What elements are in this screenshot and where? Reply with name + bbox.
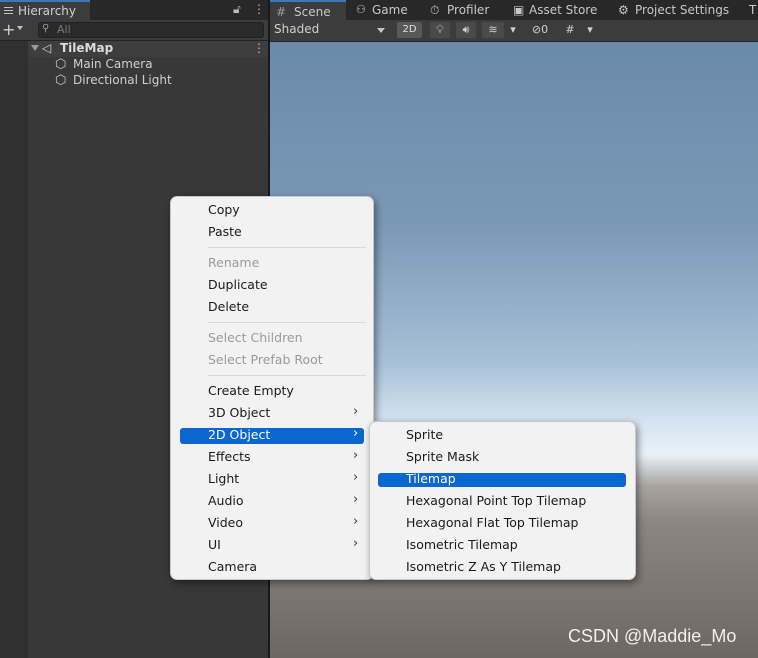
menu-item-audio[interactable]: Audio (208, 490, 244, 512)
eye-slash-icon: ⊘ (531, 23, 542, 36)
speaker-icon[interactable]: 🔊︎ (456, 22, 476, 38)
hamburger-icon (4, 7, 13, 15)
grid-snap-icon[interactable]: # (560, 22, 580, 38)
menu-item-hexagonal-point-top-tilemap[interactable]: Hexagonal Point Top Tilemap (406, 490, 586, 512)
search-placeholder: All (57, 23, 71, 36)
menu-item-duplicate[interactable]: Duplicate (208, 274, 268, 296)
scene-name: TileMap (60, 41, 114, 55)
tab-asset-store[interactable]: ▣ Asset Store (512, 0, 602, 20)
menu-item-effects[interactable]: Effects (208, 446, 251, 468)
context-menu: Copy Paste Rename Duplicate Delete Selec… (170, 196, 374, 580)
grid-icon: # (276, 5, 287, 19)
tab-profiler-label: Profiler (447, 3, 490, 17)
menu-item-2d-object[interactable]: 2D Object (208, 424, 270, 446)
shopping-bag-icon: ▣ (513, 3, 525, 17)
menu-item-isometric-z-as-y-tilemap[interactable]: Isometric Z As Y Tilemap (406, 556, 561, 578)
tab-scene[interactable]: # Scene (270, 0, 346, 21)
menu-item-paste[interactable]: Paste (208, 221, 242, 243)
tab-hierarchy[interactable]: Hierarchy (0, 0, 90, 20)
tab-scene-label: Scene (294, 5, 331, 19)
draw-mode-dropdown[interactable]: Shaded (274, 22, 319, 36)
menu-item-3d-object[interactable]: 3D Object (208, 402, 270, 424)
menu-item-sprite[interactable]: Sprite (406, 424, 443, 446)
chevron-right-icon: › (353, 514, 359, 529)
menu-separator (208, 375, 366, 376)
chevron-down-icon[interactable] (17, 26, 23, 30)
tab-game[interactable]: ⚇ Game (354, 0, 414, 20)
chevron-right-icon: › (353, 492, 359, 507)
hierarchy-item-directional-light[interactable]: Directional Light (73, 73, 172, 87)
more-vertical-icon[interactable]: ⋮ (253, 2, 265, 16)
menu-item-select-children: Select Children (208, 330, 303, 345)
tab-truncated[interactable]: T (748, 0, 758, 20)
chevron-right-icon: › (353, 536, 359, 551)
unity-scene-icon: ◁ (42, 41, 52, 55)
search-icon: ⚲ (42, 23, 50, 34)
stopwatch-icon: ⏱︎ (430, 3, 440, 17)
tab-asset-store-label: Asset Store (529, 3, 598, 17)
tab-game-label: Game (372, 3, 408, 17)
submenu-2d-object: Sprite Sprite Mask Tilemap Hexagonal Poi… (369, 421, 636, 580)
menu-item-select-prefab-root: Select Prefab Root (208, 352, 323, 367)
menu-item-ui[interactable]: UI (208, 534, 221, 556)
chevron-right-icon: › (353, 426, 359, 441)
lock-icon[interactable]: 🔓︎ (233, 2, 241, 17)
effects-layers-icon[interactable]: ≋ (482, 22, 504, 38)
toggle-2d-button[interactable]: 2D (397, 22, 422, 38)
chevron-right-icon: › (353, 470, 359, 485)
tab-hierarchy-label: Hierarchy (18, 4, 77, 18)
tab-profiler[interactable]: ⏱︎ Profiler (428, 0, 498, 20)
hidden-objects-toggle[interactable]: ⊘0 (525, 22, 555, 38)
tab-project-settings-label: Project Settings (635, 3, 730, 17)
menu-item-camera[interactable]: Camera (208, 556, 257, 578)
menu-item-tilemap[interactable]: Tilemap (406, 468, 456, 490)
hierarchy-item-main-camera[interactable]: Main Camera (73, 57, 153, 71)
chevron-down-icon[interactable]: ▾ (583, 22, 597, 38)
menu-item-rename: Rename (208, 255, 260, 270)
menu-separator (208, 322, 366, 323)
menu-item-isometric-tilemap[interactable]: Isometric Tilemap (406, 534, 518, 556)
menu-separator (208, 247, 366, 248)
menu-item-light[interactable]: Light (208, 468, 239, 490)
hierarchy-gutter (0, 41, 28, 658)
chevron-down-icon[interactable]: ▾ (506, 22, 520, 38)
menu-item-copy[interactable]: Copy (208, 199, 240, 221)
menu-item-video[interactable]: Video (208, 512, 243, 534)
gear-icon: ⚙ (618, 3, 629, 17)
expand-arrow-icon[interactable] (31, 45, 39, 51)
add-button[interactable]: + (2, 20, 15, 40)
scene-more-icon[interactable]: ⋮ (253, 41, 265, 55)
tab-project-settings[interactable]: ⚙ Project Settings (617, 0, 732, 20)
watermark: CSDN @Maddie_Mo (568, 626, 737, 646)
chevron-down-icon[interactable] (377, 28, 385, 33)
lightbulb-icon[interactable]: 💡︎ (430, 22, 450, 38)
hidden-count: 0 (541, 23, 549, 36)
chevron-right-icon: › (353, 448, 359, 463)
menu-item-hexagonal-flat-top-tilemap[interactable]: Hexagonal Flat Top Tilemap (406, 512, 578, 534)
gameobject-cube-icon: ⬡ (55, 73, 67, 88)
menu-item-create-empty[interactable]: Create Empty (208, 380, 294, 402)
search-input[interactable] (38, 22, 264, 38)
gamepad-icon: ⚇ (356, 3, 366, 16)
chevron-right-icon: › (353, 404, 359, 419)
menu-item-delete[interactable]: Delete (208, 296, 249, 318)
gameobject-cube-icon: ⬡ (55, 57, 67, 72)
tab-truncated-label: T (749, 3, 757, 17)
menu-item-sprite-mask[interactable]: Sprite Mask (406, 446, 479, 468)
